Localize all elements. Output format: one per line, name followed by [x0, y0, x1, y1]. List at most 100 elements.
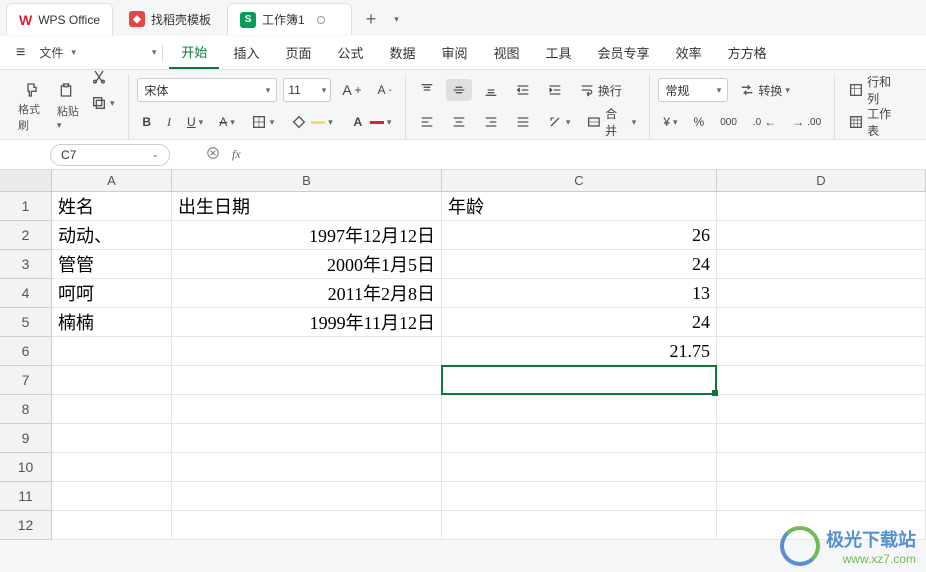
cell[interactable] [52, 395, 172, 424]
undo-button[interactable] [124, 49, 136, 57]
merge-button[interactable]: 合并▾ [581, 102, 641, 142]
fill-color-button[interactable]: ▾ [285, 110, 338, 134]
cell[interactable] [442, 424, 717, 453]
cell[interactable]: 24 [442, 308, 717, 337]
underline-button[interactable]: U▾ [182, 112, 208, 132]
wrap-text-button[interactable]: 换行 [574, 79, 627, 102]
font-size-select[interactable]: 11▾ [283, 78, 331, 102]
cell[interactable] [172, 453, 442, 482]
formula-input[interactable] [247, 140, 916, 169]
number-format-select[interactable]: 常规▾ [658, 78, 728, 102]
cell[interactable]: 呵呵 [52, 279, 172, 308]
cut-button[interactable] [86, 66, 120, 88]
cell[interactable] [442, 453, 717, 482]
row-header[interactable]: 5 [0, 308, 52, 337]
tab-tools[interactable]: 工具 [534, 37, 584, 68]
tab-insert[interactable]: 插入 [221, 37, 271, 68]
cell[interactable] [52, 453, 172, 482]
border-button[interactable]: ▾ [246, 111, 280, 133]
align-bottom-button[interactable] [478, 79, 504, 101]
cell[interactable] [442, 395, 717, 424]
name-box[interactable]: C7 ⌄ [50, 144, 170, 166]
cell[interactable] [717, 308, 926, 337]
cell[interactable]: 24 [442, 250, 717, 279]
cell[interactable] [52, 366, 172, 395]
cell[interactable] [172, 337, 442, 366]
cell[interactable] [717, 250, 926, 279]
col-header-D[interactable]: D [717, 170, 926, 191]
convert-button[interactable]: 转换▾ [734, 79, 795, 102]
font-color-button[interactable]: A▾ [344, 110, 397, 134]
decrease-decimal-button[interactable]: .0← [748, 112, 781, 132]
tab-start[interactable]: 开始 [169, 36, 219, 69]
row-header[interactable]: 6 [0, 337, 52, 366]
add-tab-button[interactable]: + [356, 9, 387, 30]
col-header-C[interactable]: C [442, 170, 717, 191]
tab-efficiency[interactable]: 效率 [664, 37, 714, 68]
tab-formula[interactable]: 公式 [325, 37, 375, 68]
cell[interactable] [52, 482, 172, 511]
cell[interactable] [717, 453, 926, 482]
decrease-font-button[interactable]: A- [372, 80, 396, 100]
indent-increase-button[interactable] [542, 79, 568, 101]
row-header[interactable]: 1 [0, 192, 52, 221]
tab-list-dropdown[interactable]: ▾ [390, 14, 403, 25]
cell[interactable] [717, 221, 926, 250]
cell[interactable] [172, 482, 442, 511]
cell[interactable]: 姓名 [52, 192, 172, 221]
row-header[interactable]: 2 [0, 221, 52, 250]
align-center-button[interactable] [446, 111, 472, 133]
cell[interactable] [172, 395, 442, 424]
row-header[interactable]: 7 [0, 366, 52, 395]
col-header-B[interactable]: B [172, 170, 442, 191]
workbook-tab[interactable]: S 工作簿1 [227, 3, 352, 35]
tab-view[interactable]: 视图 [482, 37, 532, 68]
row-header[interactable]: 8 [0, 395, 52, 424]
align-right-button[interactable] [478, 111, 504, 133]
cell[interactable] [717, 395, 926, 424]
increase-font-button[interactable]: A+ [337, 79, 366, 101]
col-header-A[interactable]: A [52, 170, 172, 191]
select-all-corner[interactable] [0, 170, 52, 191]
cell[interactable] [52, 511, 172, 540]
comma-button[interactable]: 000 [715, 114, 742, 131]
qat-dropdown-icon[interactable]: ▾ [152, 47, 157, 58]
orientation-button[interactable]: ▾ [542, 111, 576, 133]
template-tab[interactable]: ◆ 找稻壳模板 [117, 3, 223, 35]
align-middle-button[interactable] [446, 79, 472, 101]
cell[interactable] [717, 482, 926, 511]
indent-decrease-button[interactable] [510, 79, 536, 101]
bold-button[interactable]: B [137, 112, 156, 132]
cell[interactable]: 1997年12月12日 [172, 221, 442, 250]
cell[interactable] [442, 511, 717, 540]
row-header[interactable]: 4 [0, 279, 52, 308]
cell[interactable] [717, 279, 926, 308]
cell[interactable]: 21.75 [442, 337, 717, 366]
row-header[interactable]: 3 [0, 250, 52, 279]
cell[interactable]: 2000年1月5日 [172, 250, 442, 279]
cell[interactable]: 楠楠 [52, 308, 172, 337]
fx-label[interactable]: fx [232, 147, 241, 162]
cell[interactable]: 2011年2月8日 [172, 279, 442, 308]
app-home-tab[interactable]: W WPS Office [6, 3, 113, 35]
cell[interactable]: 动动、 [52, 221, 172, 250]
cell[interactable] [52, 337, 172, 366]
cell[interactable]: 1999年11月12日 [172, 308, 442, 337]
worksheet-button[interactable]: 工作表 [843, 102, 908, 142]
cell[interactable]: 管管 [52, 250, 172, 279]
tab-review[interactable]: 审阅 [430, 37, 480, 68]
row-header[interactable]: 10 [0, 453, 52, 482]
justify-button[interactable] [510, 111, 536, 133]
cell[interactable] [442, 366, 717, 395]
tab-extra[interactable]: 方方格 [716, 37, 779, 68]
tab-vip[interactable]: 会员专享 [586, 37, 662, 68]
strikethrough-button[interactable]: A▾ [214, 112, 240, 132]
cell[interactable]: 26 [442, 221, 717, 250]
row-header[interactable]: 9 [0, 424, 52, 453]
cell[interactable] [717, 424, 926, 453]
cell[interactable] [717, 366, 926, 395]
currency-button[interactable]: ¥ ▾ [658, 112, 682, 132]
row-header[interactable]: 12 [0, 511, 52, 540]
percent-button[interactable]: % [689, 112, 710, 132]
cell[interactable] [172, 511, 442, 540]
